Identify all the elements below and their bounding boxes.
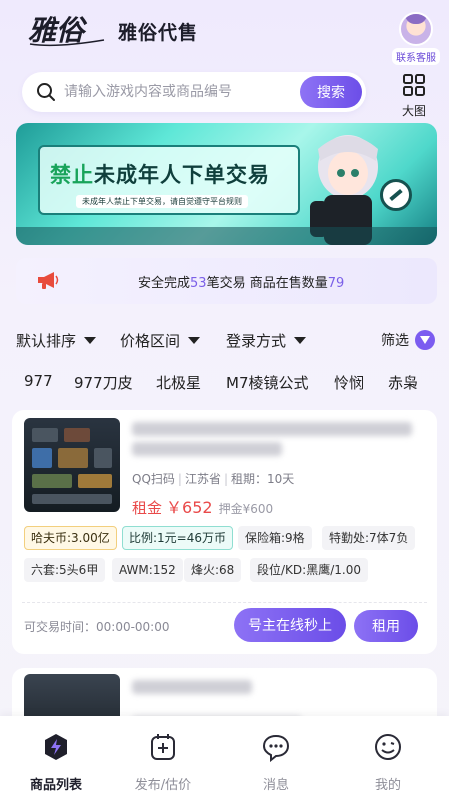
login-type: QQ扫码 [132, 472, 175, 486]
attr-chip: 比例:1元=46万币 [122, 526, 234, 550]
price-value: ￥652 [166, 498, 213, 517]
no-entry-sign-icon [380, 179, 412, 211]
price-row: 租金 ￥652 押金¥600 [132, 494, 273, 518]
chevron-down-icon [188, 337, 201, 344]
svg-text:雅俗: 雅俗 [28, 14, 88, 47]
tab-label: 发布/估价 [134, 778, 192, 793]
sort-default-label: 默认排序 [16, 332, 77, 350]
price-label: 租金 [132, 499, 163, 517]
app-header: 雅俗 雅俗代售 联系客服 [0, 0, 449, 65]
chevron-down-icon [294, 337, 307, 344]
stats-middle: 笔交易 商品在售数量 [206, 276, 328, 291]
card-divider [22, 602, 427, 603]
owner-online-button[interactable]: 号主在线秒上 [234, 608, 346, 642]
tag-item[interactable]: 赤枭 [388, 372, 418, 393]
bottom-tab-bar: 商品列表 发布/估价 消息 我的 [0, 716, 449, 800]
listing-meta: QQ扫码 | 江苏省 | 租期：10天 [132, 472, 295, 486]
tab-label: 消息 [262, 778, 289, 793]
customer-service-button[interactable]: 联系客服 [388, 12, 444, 65]
banner-title-rest: 未成年人下单交易 [94, 163, 270, 187]
rent-button[interactable]: 租用 [354, 610, 418, 642]
tag-item[interactable]: M7棱镜公式 [226, 372, 309, 393]
tag-item[interactable]: 977刀皮 [74, 372, 133, 393]
attr-chip: 特勤处:7体7负 [322, 526, 416, 550]
megaphone-icon [38, 272, 59, 289]
trade-stats-notice: 安全完成53笔交易 商品在售数量79 [16, 258, 437, 304]
tab-publish[interactable]: 发布/估价 [107, 716, 219, 800]
price-range-dropdown[interactable]: 价格区间 [120, 330, 201, 351]
listing-title-redacted [132, 420, 422, 458]
customer-service-avatar [399, 12, 433, 46]
tab-profile[interactable]: 我的 [332, 716, 444, 800]
chevron-down-icon [84, 337, 97, 344]
search-icon [37, 83, 55, 101]
attr-chip: 段位/KD:黑鹰/1.00 [250, 558, 368, 582]
price-range-label: 价格区间 [120, 332, 181, 350]
app-title: 雅俗代售 [118, 22, 199, 44]
deposit-value: 押金¥600 [218, 502, 274, 516]
tag-item[interactable]: 977 [24, 372, 53, 390]
tag-item[interactable]: 北极星 [156, 372, 201, 393]
large-view-toggle[interactable]: 大图 [396, 74, 432, 118]
completed-count: 53 [190, 276, 207, 291]
banner-title-accent: 禁止 [50, 163, 94, 187]
tab-messages[interactable]: 消息 [220, 716, 332, 800]
banner-subtitle: 未成年人禁止下单交易，请自觉遵守平台规则 [76, 195, 248, 208]
on-sale-count: 79 [327, 276, 345, 291]
brand-logo: 雅俗 [28, 14, 105, 47]
login-method-label: 登录方式 [226, 332, 287, 350]
lightning-badge-icon [45, 734, 67, 760]
login-method-dropdown[interactable]: 登录方式 [226, 330, 307, 351]
tag-item[interactable]: 怜悯 [334, 372, 364, 393]
screen-filter-label: 筛选 [381, 333, 409, 349]
publish-plus-icon [151, 734, 175, 760]
tab-label: 商品列表 [29, 778, 82, 793]
sort-default-dropdown[interactable]: 默认排序 [16, 330, 97, 351]
search-input[interactable] [64, 80, 304, 104]
banner-title: 禁止未成年人下单交易 [50, 159, 270, 189]
banner-footer-strip [16, 227, 437, 245]
customer-service-label: 联系客服 [392, 48, 440, 65]
banner-panel: 禁止未成年人下单交易 未成年人禁止下单交易，请自觉遵守平台规则 [38, 145, 300, 215]
trade-stats-text: 安全完成53笔交易 商品在售数量79 [138, 272, 344, 291]
attr-chip: AWM:152 [112, 558, 183, 582]
region: 江苏省 [184, 472, 221, 486]
attr-chip: 烽火:68 [184, 558, 242, 582]
listing-title-redacted [132, 680, 252, 694]
large-view-label: 大图 [401, 104, 426, 118]
listing-thumbnail [24, 418, 120, 512]
attr-chip: 保险箱:9格 [238, 526, 312, 550]
listing-card[interactable]: QQ扫码 | 江苏省 | 租期：10天 租金 ￥652 押金¥600 哈夫币:3.00亿 比… [12, 410, 437, 654]
promo-banner[interactable]: 禁止未成年人下单交易 未成年人禁止下单交易，请自觉遵守平台规则 [16, 123, 437, 245]
attr-chip: 六套:5头6甲 [24, 558, 106, 582]
attr-chip: 哈夫币:3.00亿 [24, 526, 117, 550]
tab-product-list[interactable]: 商品列表 [0, 716, 112, 800]
search-bar: 搜索 [22, 72, 366, 112]
chat-bubble-icon [262, 734, 290, 763]
trade-time: 可交易时间：00:00-00:00 [24, 620, 170, 634]
screen-filter-button[interactable]: 筛选 [381, 330, 435, 350]
tab-label: 我的 [374, 778, 401, 793]
rental-period: 租期：10天 [231, 472, 295, 486]
funnel-icon [415, 330, 435, 350]
stats-prefix: 安全完成 [138, 276, 191, 291]
grid-icon [403, 74, 425, 96]
search-button[interactable]: 搜索 [300, 76, 362, 108]
filter-bar: 默认排序 价格区间 登录方式 筛选 [16, 328, 437, 356]
smiley-icon [375, 734, 401, 760]
